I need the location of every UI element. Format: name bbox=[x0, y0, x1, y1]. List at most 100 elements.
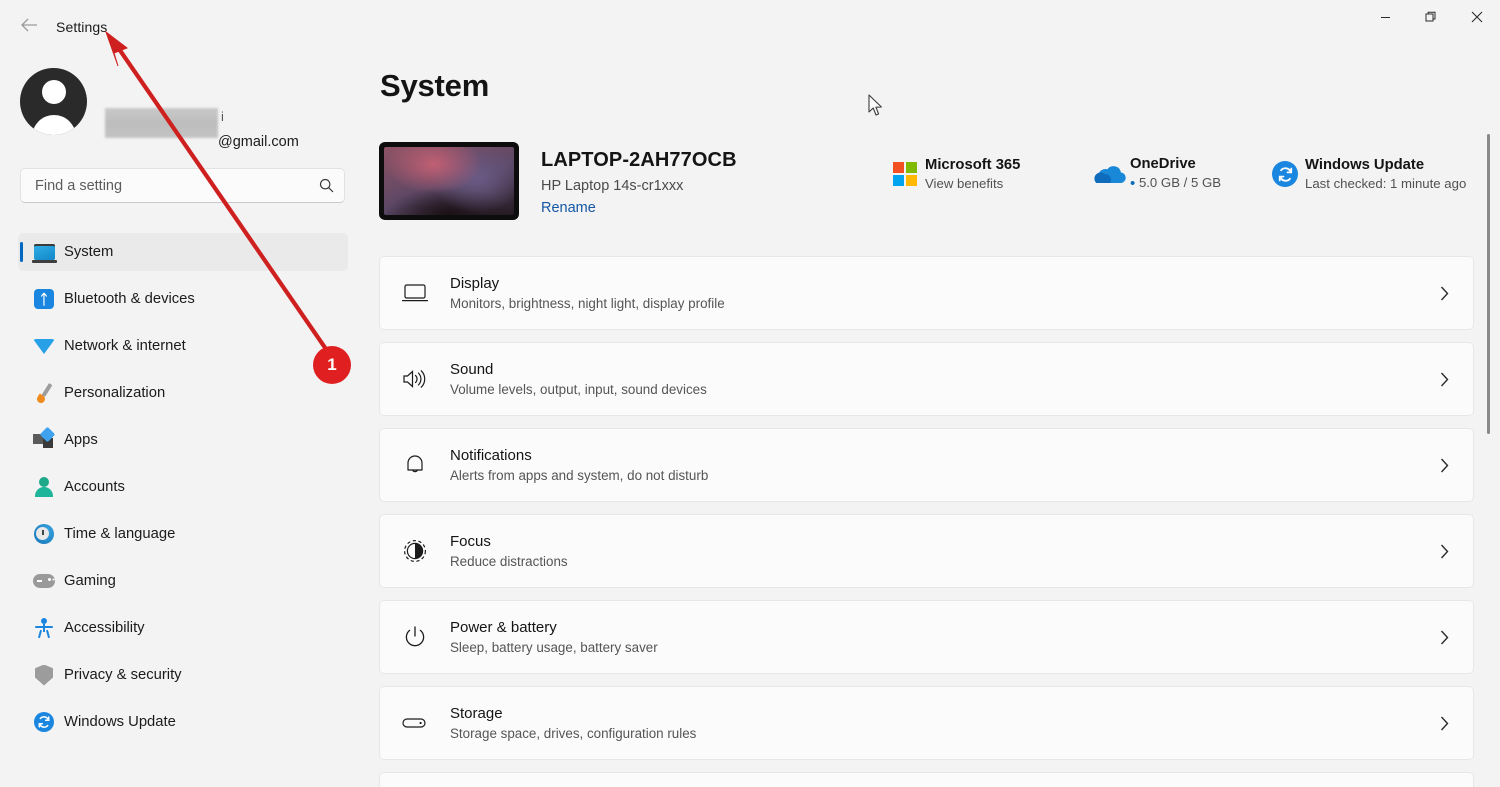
status-card-title: Windows Update bbox=[1305, 157, 1425, 173]
clock-globe-icon bbox=[24, 524, 64, 544]
account-block[interactable]: i @gmail.com bbox=[20, 68, 345, 150]
sidebar-item-windows-update[interactable]: Windows Update bbox=[18, 703, 348, 741]
page-title: System bbox=[380, 68, 490, 103]
chevron-right-icon bbox=[1415, 544, 1473, 559]
avatar bbox=[20, 68, 87, 135]
sidebar-item-gaming[interactable]: Gaming bbox=[18, 562, 348, 600]
sidebar-item-label: Privacy & security bbox=[64, 667, 182, 683]
status-card-onedrive[interactable]: OneDrive • 5.0 GB / 5 GB bbox=[1090, 156, 1265, 192]
main-content: System LAPTOP-2AH77OCB HP Laptop 14s-cr1… bbox=[365, 48, 1500, 787]
sidebar-item-privacy-security[interactable]: Privacy & security bbox=[18, 656, 348, 694]
settings-row-subtitle: Monitors, brightness, night light, displ… bbox=[450, 296, 725, 311]
settings-row-title: Display bbox=[450, 275, 500, 292]
apps-grid-icon bbox=[24, 426, 64, 450]
microsoft-logo-icon bbox=[885, 162, 925, 186]
chevron-right-icon bbox=[1415, 372, 1473, 387]
accessibility-icon bbox=[24, 618, 64, 639]
sidebar-item-personalization[interactable]: Personalization bbox=[18, 374, 348, 412]
focus-icon bbox=[380, 539, 450, 563]
gamepad-icon bbox=[24, 574, 64, 588]
update-refresh-icon bbox=[1265, 161, 1305, 187]
mouse-pointer-icon bbox=[868, 94, 882, 116]
status-card-title: Microsoft 365 bbox=[925, 157, 1021, 173]
sidebar-item-label: Apps bbox=[64, 432, 98, 448]
device-model: HP Laptop 14s-cr1xxx bbox=[541, 178, 684, 194]
minimize-button[interactable] bbox=[1362, 0, 1408, 34]
sidebar-item-label: Gaming bbox=[64, 573, 116, 589]
sidebar-item-label: System bbox=[64, 244, 114, 260]
sidebar-item-system[interactable]: System bbox=[18, 233, 348, 271]
power-icon bbox=[380, 625, 450, 649]
status-card-subtitle: 5.0 GB / 5 GB bbox=[1138, 175, 1222, 190]
settings-row-subtitle: Alerts from apps and system, do not dist… bbox=[450, 468, 709, 483]
storage-drive-icon bbox=[380, 716, 450, 730]
status-cards: Microsoft 365 View benefits OneDrive • 5… bbox=[885, 156, 1466, 192]
settings-row-title: Storage bbox=[450, 705, 503, 722]
sidebar-item-label: Accounts bbox=[64, 479, 125, 495]
shield-icon bbox=[24, 664, 64, 686]
settings-row-subtitle: Sleep, battery usage, battery saver bbox=[450, 640, 658, 655]
status-card-title: OneDrive bbox=[1130, 156, 1196, 172]
settings-row-display[interactable]: Display Monitors, brightness, night ligh… bbox=[379, 256, 1474, 330]
sidebar-item-accounts[interactable]: Accounts bbox=[18, 468, 348, 506]
sidebar-item-label: Windows Update bbox=[64, 714, 176, 730]
settings-row-subtitle: Storage space, drives, configuration rul… bbox=[450, 726, 697, 741]
status-card-subtitle: View benefits bbox=[925, 176, 1004, 191]
onedrive-cloud-icon bbox=[1090, 163, 1130, 185]
search-input[interactable] bbox=[21, 177, 308, 194]
annotation-badge-1: 1 bbox=[313, 346, 351, 384]
settings-row-title: Power & battery bbox=[450, 619, 557, 636]
status-card-subtitle: Last checked: 1 minute ago bbox=[1305, 176, 1467, 191]
settings-row-storage[interactable]: Storage Storage space, drives, configura… bbox=[379, 686, 1474, 760]
settings-row-subtitle: Reduce distractions bbox=[450, 554, 568, 569]
status-card-subtitle-wrap: • 5.0 GB / 5 GB bbox=[1130, 175, 1221, 192]
scrollbar-thumb[interactable] bbox=[1487, 134, 1490, 434]
bell-icon bbox=[380, 453, 450, 477]
sidebar-nav: System ᛏ Bluetooth & devices Network & i… bbox=[18, 233, 348, 750]
sidebar-item-network-internet[interactable]: Network & internet bbox=[18, 327, 348, 365]
device-summary: LAPTOP-2AH77OCB HP Laptop 14s-cr1xxx Ren… bbox=[379, 142, 737, 220]
chevron-right-icon bbox=[1415, 716, 1473, 731]
settings-row-power-battery[interactable]: Power & battery Sleep, battery usage, ba… bbox=[379, 600, 1474, 674]
settings-list: Display Monitors, brightness, night ligh… bbox=[379, 256, 1474, 787]
settings-row-partial-next[interactable] bbox=[379, 772, 1474, 787]
sidebar-item-accessibility[interactable]: Accessibility bbox=[18, 609, 348, 647]
settings-row-sound[interactable]: Sound Volume levels, output, input, soun… bbox=[379, 342, 1474, 416]
sidebar-item-apps[interactable]: Apps bbox=[18, 421, 348, 459]
sidebar-item-time-language[interactable]: Time & language bbox=[18, 515, 348, 553]
window-controls bbox=[1362, 0, 1500, 34]
account-name-suffix: i bbox=[221, 109, 224, 124]
back-arrow-icon[interactable] bbox=[14, 12, 44, 38]
sidebar-item-label: Network & internet bbox=[64, 338, 186, 354]
sidebar-item-label: Time & language bbox=[64, 526, 176, 542]
sidebar-item-bluetooth-devices[interactable]: ᛏ Bluetooth & devices bbox=[18, 280, 348, 318]
chevron-right-icon bbox=[1415, 458, 1473, 473]
status-dot-icon: • bbox=[1130, 175, 1136, 192]
settings-row-title: Sound bbox=[450, 361, 494, 378]
status-card-microsoft-365[interactable]: Microsoft 365 View benefits bbox=[885, 156, 1090, 192]
settings-row-title: Notifications bbox=[450, 447, 532, 464]
settings-row-title: Focus bbox=[450, 533, 491, 550]
monitor-icon bbox=[24, 244, 64, 263]
wifi-icon bbox=[24, 338, 64, 354]
laptop-preview-icon bbox=[379, 142, 519, 220]
speaker-icon bbox=[380, 368, 450, 390]
settings-row-focus[interactable]: Focus Reduce distractions bbox=[379, 514, 1474, 588]
bluetooth-icon: ᛏ bbox=[24, 289, 64, 309]
rename-link[interactable]: Rename bbox=[541, 200, 596, 216]
main-scrollbar[interactable] bbox=[1483, 134, 1495, 774]
sidebar-item-label: Bluetooth & devices bbox=[64, 291, 195, 307]
status-card-windows-update[interactable]: Windows Update Last checked: 1 minute ag… bbox=[1265, 156, 1466, 192]
person-icon bbox=[24, 477, 64, 497]
settings-row-notifications[interactable]: Notifications Alerts from apps and syste… bbox=[379, 428, 1474, 502]
display-monitor-icon bbox=[380, 283, 450, 303]
close-button[interactable] bbox=[1454, 0, 1500, 34]
search-box[interactable] bbox=[20, 168, 345, 203]
account-email: @gmail.com bbox=[218, 134, 299, 150]
chevron-right-icon bbox=[1415, 286, 1473, 301]
maximize-restore-button[interactable] bbox=[1408, 0, 1454, 34]
update-refresh-icon bbox=[24, 712, 64, 732]
title-bar: Settings bbox=[0, 0, 1500, 48]
chevron-right-icon bbox=[1415, 630, 1473, 645]
device-name: LAPTOP-2AH77OCB bbox=[541, 149, 737, 171]
